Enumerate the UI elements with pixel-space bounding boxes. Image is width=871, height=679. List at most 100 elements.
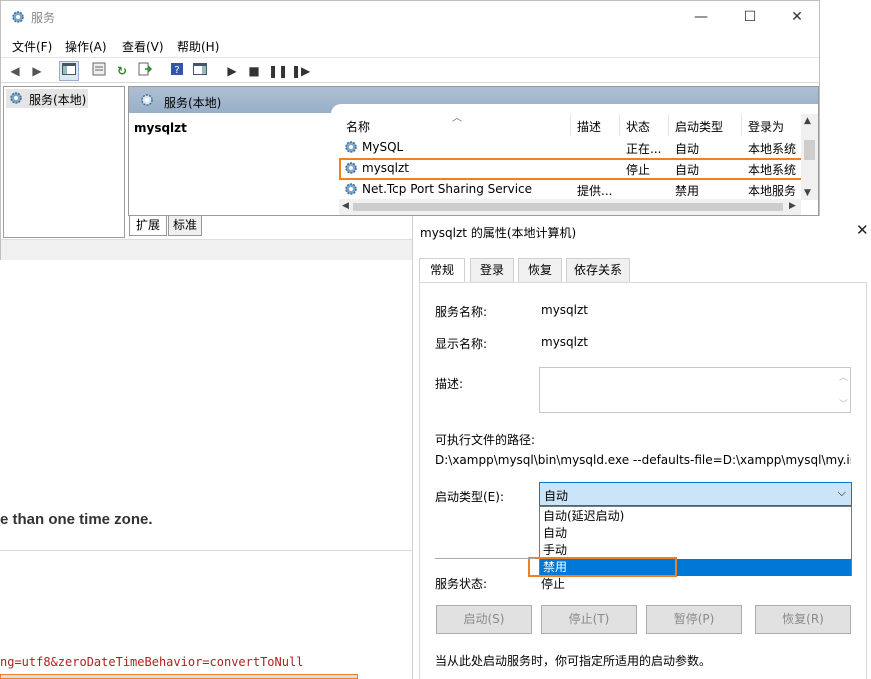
scroll-thumb[interactable] xyxy=(353,203,783,211)
column-logon-as[interactable]: 登录为 xyxy=(748,118,784,135)
toolbar: ◀ ▶ ↻ ? ▶ ■ ❚❚ ❚▶ xyxy=(1,57,819,83)
gear-icon xyxy=(139,92,155,111)
background-divider xyxy=(0,550,412,551)
dialog-title: mysqlzt 的属性(本地计算机) xyxy=(420,226,577,240)
start-params-hint: 当从此处启动服务时，你可指定所适用的启动参数。 xyxy=(435,654,712,668)
startup-type-selected: 自动 xyxy=(544,489,569,503)
start-service-icon[interactable]: ▶ xyxy=(222,61,242,81)
background-code-text: ng=utf8&zeroDateTimeBehavior=convertToNu… xyxy=(0,655,304,669)
maximize-button[interactable]: ☐ xyxy=(740,7,760,27)
table-row[interactable]: Net.Tcp Port Sharing Service 提供... 禁用 本地… xyxy=(339,179,801,200)
gear-icon xyxy=(343,139,359,158)
column-divider xyxy=(741,114,742,136)
background-doc-text: e than one time zone. xyxy=(0,511,153,528)
tab-logon[interactable]: 登录 xyxy=(470,258,514,282)
restart-service-icon[interactable]: ❚▶ xyxy=(290,61,310,81)
service-startup-type: 禁用 xyxy=(675,184,700,198)
column-divider xyxy=(668,114,669,136)
console-tree-icon[interactable] xyxy=(59,61,79,81)
vertical-scrollbar[interactable]: ▲ ▼ xyxy=(801,114,818,200)
svg-text:?: ? xyxy=(174,65,179,76)
title-bar[interactable]: 服务 — ☐ ✕ xyxy=(1,1,819,33)
gear-icon xyxy=(343,181,359,200)
service-name-value: mysqlzt xyxy=(541,303,588,317)
tab-dependencies[interactable]: 依存关系 xyxy=(566,258,630,282)
scroll-down-icon[interactable]: ▼ xyxy=(804,188,811,198)
display-name-value: mysqlzt xyxy=(541,335,588,349)
display-name-label: 显示名称: xyxy=(435,337,488,351)
description-label: 描述: xyxy=(435,377,464,391)
tree-item-label: 服务(本地) xyxy=(29,93,87,107)
tab-recovery[interactable]: 恢复 xyxy=(518,258,562,282)
console-tree: 服务(本地) xyxy=(3,86,125,238)
gear-icon xyxy=(10,9,26,25)
pane-header-title: 服务(本地) xyxy=(164,96,222,110)
start-button[interactable]: 启动(S) xyxy=(436,605,532,634)
menu-help[interactable]: 帮助(H) xyxy=(177,38,219,55)
show-action-pane-icon[interactable] xyxy=(190,61,210,81)
properties-dialog: mysqlzt 的属性(本地计算机) ✕ 常规 登录 恢复 依存关系 服务名称:… xyxy=(412,216,871,679)
service-name: Net.Tcp Port Sharing Service xyxy=(362,182,533,196)
tab-general[interactable]: 常规 xyxy=(419,258,465,283)
horizontal-scrollbar[interactable]: ◀ ▶ xyxy=(339,199,801,215)
column-divider xyxy=(570,114,571,136)
service-name: MySQL xyxy=(362,140,404,154)
resume-button[interactable]: 恢复(R) xyxy=(755,605,851,634)
column-name[interactable]: 名称 xyxy=(346,118,370,135)
dialog-tabs: 常规 登录 恢复 依存关系 xyxy=(419,258,867,283)
dialog-close-icon[interactable]: ✕ xyxy=(856,221,869,239)
forward-arrow-icon[interactable]: ▶ xyxy=(27,61,47,81)
tab-standard[interactable]: 标准 xyxy=(168,216,202,236)
chevron-down-icon: ⌵ xyxy=(837,486,846,499)
option-auto-delayed[interactable]: 自动(延迟启动) xyxy=(540,508,851,525)
refresh-icon[interactable]: ↻ xyxy=(112,61,132,81)
stop-service-icon[interactable]: ■ xyxy=(244,61,264,81)
menu-file[interactable]: 文件(F) xyxy=(12,38,52,55)
tab-extended[interactable]: 扩展 xyxy=(129,216,167,236)
export-list-icon[interactable] xyxy=(135,61,155,81)
separator xyxy=(435,558,535,559)
column-status[interactable]: 状态 xyxy=(626,118,650,135)
highlight-box xyxy=(339,158,806,180)
scroll-up-icon[interactable]: ︿ xyxy=(839,370,848,383)
scroll-thumb[interactable] xyxy=(804,140,815,160)
service-list: ︿ 名称 描述 状态 启动类型 登录为 MySQL 正在... 自动 本地系统 … xyxy=(331,104,818,215)
back-arrow-icon[interactable]: ◀ xyxy=(5,61,25,81)
service-logon: 本地服务 xyxy=(748,184,797,198)
pause-button[interactable]: 暂停(P) xyxy=(646,605,742,634)
startup-type-select[interactable]: 自动 ⌵ xyxy=(539,482,852,506)
column-description[interactable]: 描述 xyxy=(577,118,601,135)
scroll-down-icon[interactable]: ﹀ xyxy=(839,397,848,410)
tree-item-services-local[interactable]: 服务(本地) xyxy=(6,89,88,108)
gear-icon xyxy=(8,90,24,109)
column-startup-type[interactable]: 启动类型 xyxy=(675,118,723,135)
scroll-up-icon[interactable]: ▲ xyxy=(804,116,811,126)
service-status-value: 停止 xyxy=(541,577,566,591)
path-label: 可执行文件的路径: xyxy=(435,433,536,447)
table-row[interactable]: MySQL 正在... 自动 本地系统 xyxy=(339,137,801,158)
properties-icon[interactable] xyxy=(89,61,109,81)
menu-bar: 文件(F) 操作(A) 查看(V) 帮助(H) xyxy=(1,35,819,55)
scroll-right-icon[interactable]: ▶ xyxy=(789,201,796,211)
stop-button[interactable]: 停止(T) xyxy=(541,605,637,634)
minimize-button[interactable]: — xyxy=(691,7,711,27)
service-status-label: 服务状态: xyxy=(435,577,488,591)
help-icon[interactable]: ? xyxy=(167,61,187,81)
service-name-label: 服务名称: xyxy=(435,305,488,319)
service-logon: 本地系统 xyxy=(748,142,797,156)
close-button[interactable]: ✕ xyxy=(787,7,807,27)
window-title: 服务 xyxy=(31,11,56,25)
startup-type-label: 启动类型(E): xyxy=(435,490,504,504)
sort-up-icon: ︿ xyxy=(452,113,462,124)
path-value: D:\xampp\mysql\bin\mysqld.exe --defaults… xyxy=(435,453,851,467)
selected-service-name: mysqlzt xyxy=(134,121,187,135)
description-field[interactable]: ︿ ﹀ xyxy=(539,367,851,413)
column-divider xyxy=(619,114,620,136)
option-auto[interactable]: 自动 xyxy=(540,525,851,542)
menu-action[interactable]: 操作(A) xyxy=(65,38,107,55)
background-selection-bar xyxy=(0,674,358,679)
pause-service-icon[interactable]: ❚❚ xyxy=(267,61,288,81)
scroll-left-icon[interactable]: ◀ xyxy=(342,201,349,211)
service-startup-type: 自动 xyxy=(675,142,700,156)
menu-view[interactable]: 查看(V) xyxy=(122,38,164,55)
